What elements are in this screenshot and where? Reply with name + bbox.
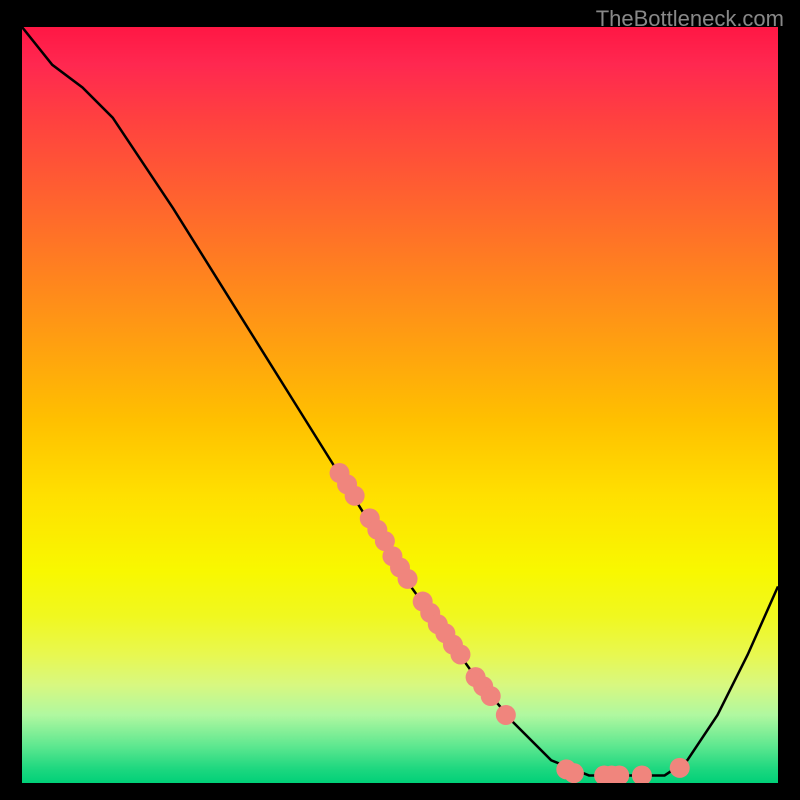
chart-marker xyxy=(450,644,470,664)
chart-marker xyxy=(481,686,501,706)
chart-curve xyxy=(22,27,778,775)
chart-marker xyxy=(632,765,652,783)
chart-marker xyxy=(398,569,418,589)
chart-marker xyxy=(564,763,584,783)
chart-marker xyxy=(670,758,690,778)
chart-marker xyxy=(496,705,516,725)
chart-markers xyxy=(330,463,690,783)
chart-svg-overlay xyxy=(22,27,778,783)
chart-marker xyxy=(345,486,365,506)
chart-plot-area xyxy=(22,27,778,783)
